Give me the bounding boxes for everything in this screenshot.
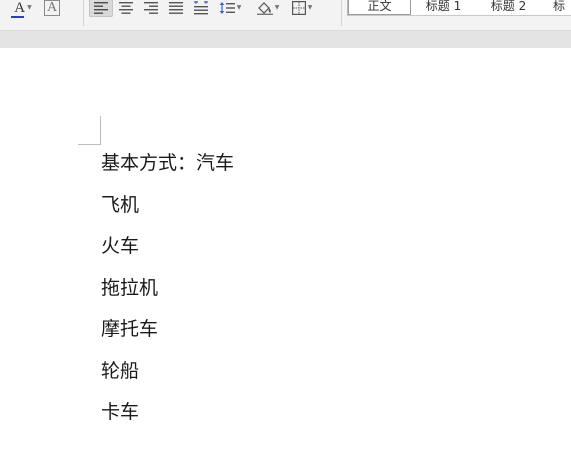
chevron-down-icon[interactable]: ▼ <box>27 5 32 11</box>
chevron-down-icon[interactable]: ▼ <box>308 5 313 11</box>
ribbon-toolbar: A ▼ A ▼ ▼ ▼ 正文 标题 1 标题 2 标 <box>0 0 571 30</box>
paragraph[interactable]: 飞机 <box>101 194 541 236</box>
style-heading-3-partial[interactable]: 标 <box>541 0 571 15</box>
justify-icon <box>169 2 183 14</box>
document-page[interactable]: 基本方式：汽车 飞机 火车 拖拉机 摩托车 轮船 卡车 <box>0 48 571 452</box>
page-margin-corner-mark <box>78 116 101 145</box>
font-color-letter: A <box>14 0 26 16</box>
paragraph[interactable]: 拖拉机 <box>101 277 541 319</box>
align-center-icon <box>119 2 133 14</box>
chevron-down-icon[interactable]: ▼ <box>237 5 242 11</box>
style-heading-1[interactable]: 标题 1 <box>411 0 476 15</box>
styles-gallery: 正文 标题 1 标题 2 标 <box>347 0 571 16</box>
shading-icon <box>256 2 273 15</box>
ribbon-lower-area <box>0 30 571 49</box>
paragraph[interactable]: 轮船 <box>101 360 541 402</box>
paragraph[interactable]: 基本方式：汽车 <box>101 152 541 194</box>
paragraph[interactable]: 卡车 <box>101 401 541 443</box>
font-color-swatch <box>11 16 24 18</box>
wps-writer-window: A ▼ A ▼ ▼ ▼ 正文 标题 1 标题 2 标 基本方式：汽车 飞机 火车… <box>0 0 571 452</box>
style-heading-2[interactable]: 标题 2 <box>476 0 541 15</box>
align-left-icon <box>94 2 108 14</box>
borders-button[interactable]: ▼ <box>287 0 317 16</box>
font-color-button[interactable]: A ▼ <box>8 0 38 18</box>
align-center-button[interactable] <box>116 0 136 16</box>
highlight-button[interactable]: A <box>42 0 62 16</box>
paragraph[interactable]: 火车 <box>101 235 541 277</box>
toolbar-separator <box>83 0 84 26</box>
borders-icon <box>291 1 306 15</box>
line-spacing-icon <box>219 2 235 14</box>
distributed-align-icon <box>194 1 208 15</box>
shading-button[interactable]: ▼ <box>253 0 283 16</box>
paragraph[interactable]: 摩托车 <box>101 318 541 360</box>
line-spacing-button[interactable]: ▼ <box>216 0 244 16</box>
style-normal[interactable]: 正文 <box>348 0 411 15</box>
toolbar-separator <box>341 0 342 26</box>
align-left-button[interactable] <box>89 0 113 17</box>
align-right-button[interactable] <box>141 0 161 16</box>
align-right-icon <box>144 2 158 14</box>
justify-button[interactable] <box>166 0 186 16</box>
highlight-letter: A <box>43 0 61 16</box>
distributed-align-button[interactable] <box>191 0 211 16</box>
document-body[interactable]: 基本方式：汽车 飞机 火车 拖拉机 摩托车 轮船 卡车 <box>101 152 541 443</box>
chevron-down-icon[interactable]: ▼ <box>275 5 280 11</box>
